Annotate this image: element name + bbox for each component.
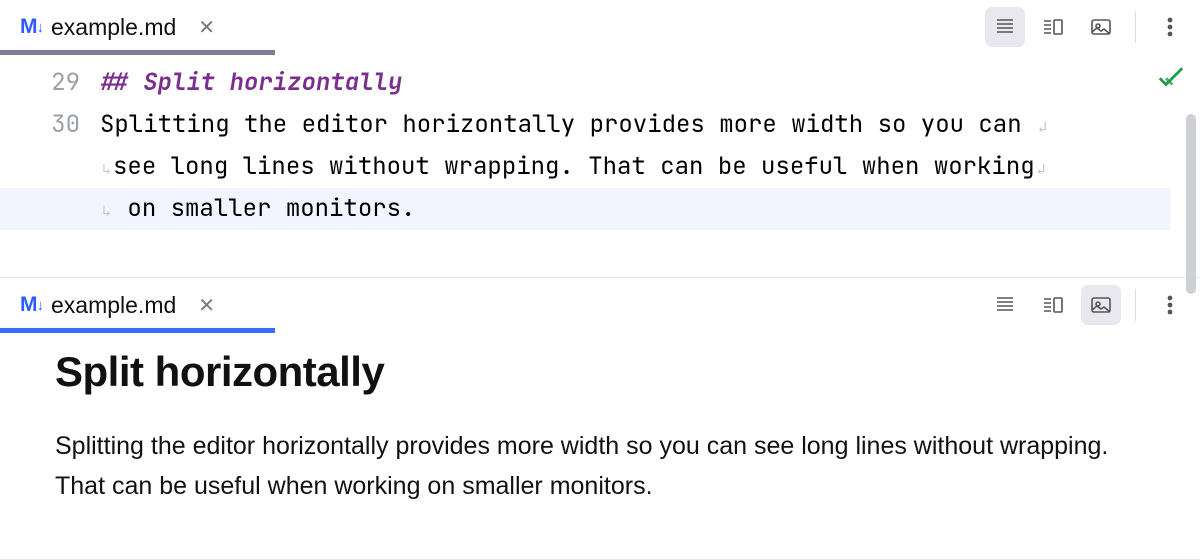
analysis-ok-icon[interactable]: [1156, 62, 1186, 100]
code-line: ## Split horizontally: [100, 62, 1170, 104]
preview-view-button[interactable]: [1081, 285, 1121, 325]
markdown-file-icon: M↓: [20, 15, 43, 39]
soft-wrap-icon: ↲: [1038, 117, 1047, 137]
source-view-button[interactable]: [985, 285, 1025, 325]
editor-tabbar: M↓ example.md ✕: [0, 0, 1200, 54]
code-line-current: ↳ on smaller monitors.: [0, 188, 1170, 230]
editor-tabbar: M↓ example.md ✕: [0, 278, 1200, 332]
close-tab-icon[interactable]: ✕: [198, 293, 215, 318]
preview-pane: M↓ example.md ✕ Split horizontally Split…: [0, 278, 1200, 560]
soft-wrap-icon: ↲: [1037, 159, 1046, 179]
toolbar-separator: [1135, 11, 1136, 43]
source-view-button[interactable]: [985, 7, 1025, 47]
soft-wrap-icon: ↳: [102, 159, 111, 179]
source-editor-pane: M↓ example.md ✕ 29 30: [0, 0, 1200, 278]
vertical-scrollbar[interactable]: [1186, 114, 1196, 294]
markdown-file-icon: M↓: [20, 293, 43, 317]
source-editor[interactable]: 29 30 ## Split horizontally Splitting th…: [0, 54, 1200, 277]
line-number-gutter: 29 30: [0, 54, 100, 277]
soft-wrap-icon: ↳: [102, 201, 111, 221]
preview-paragraph: Splitting the editor horizontally provid…: [55, 426, 1145, 506]
preview-heading: Split horizontally: [55, 348, 1145, 396]
file-tab[interactable]: M↓ example.md ✕: [20, 278, 221, 332]
more-actions-button[interactable]: [1150, 7, 1190, 47]
split-view-button[interactable]: [1033, 285, 1073, 325]
file-tab-label: example.md: [51, 14, 176, 41]
code-line: ↳see long lines without wrapping. That c…: [100, 146, 1170, 188]
line-number: 30: [0, 104, 80, 146]
active-tab-indicator: [0, 328, 275, 333]
file-tab[interactable]: M↓ example.md ✕: [20, 0, 221, 54]
toolbar-separator: [1135, 289, 1136, 321]
markdown-preview[interactable]: Split horizontally Splitting the editor …: [0, 332, 1200, 559]
code-line: Splitting the editor horizontally provid…: [100, 104, 1170, 146]
file-tab-label: example.md: [51, 292, 176, 319]
code-area[interactable]: ## Split horizontally Splitting the edit…: [100, 54, 1200, 277]
preview-view-button[interactable]: [1081, 7, 1121, 47]
split-view-button[interactable]: [1033, 7, 1073, 47]
close-tab-icon[interactable]: ✕: [198, 15, 215, 40]
more-actions-button[interactable]: [1150, 285, 1190, 325]
line-number: 29: [0, 62, 80, 104]
line-number: [0, 146, 80, 188]
